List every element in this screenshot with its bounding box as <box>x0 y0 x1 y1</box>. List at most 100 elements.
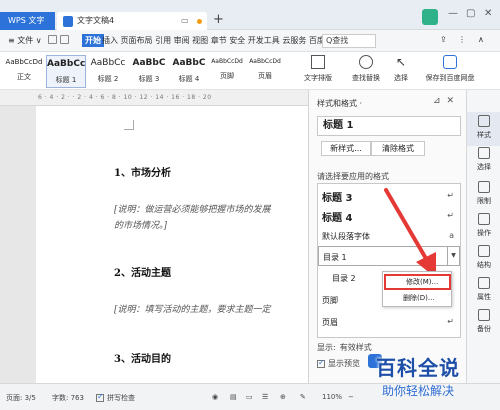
style-footer[interactable]: AaBbCcDd 页脚 <box>208 55 246 88</box>
document-page[interactable]: 1、市场分析 [说明：做运营必须能够把握市场的发展 的市场情况。] 2、活动主题… <box>36 106 308 383</box>
select-label: 选择 <box>394 74 408 82</box>
margin-corner-mark <box>124 120 134 130</box>
preview-label: 显示预览 <box>328 359 360 368</box>
sidebar-item-operation[interactable]: 操作 <box>467 210 500 244</box>
save-icon[interactable] <box>48 35 57 44</box>
spell-label: 拼写检查 <box>107 394 135 402</box>
watermark-logo: 百科全说 助你轻松解决 <box>368 352 500 410</box>
new-style-button[interactable]: 新样式... <box>321 141 371 156</box>
zoom-value[interactable]: 110% <box>322 393 342 401</box>
style-label: 标题 3 <box>138 75 160 83</box>
find-replace-button[interactable]: 查找替换 <box>346 55 386 83</box>
close-icon[interactable]: ✕ <box>484 8 492 19</box>
unsaved-dot-icon <box>197 19 202 24</box>
style-heading-3[interactable]: AaBbC 标题 3 <box>130 55 168 88</box>
show-preview-row[interactable]: 显示预览 <box>317 358 360 369</box>
page-view-icon[interactable]: ▭ <box>246 393 253 401</box>
style-label: 标题 4 <box>178 75 200 83</box>
share-icon[interactable]: ⇪ <box>440 35 447 44</box>
style-label: 页脚 <box>220 72 234 80</box>
menu-tabs[interactable]: 插入 页面布局 引用 审阅 视图 章节 安全 开发工具 云服务 百度P <box>102 35 330 46</box>
pen-icon[interactable]: ✎ <box>300 393 306 401</box>
style-context-menu: 修改(M)... 删除(D)... <box>382 271 452 307</box>
maximize-icon[interactable]: ▢ <box>466 8 475 19</box>
app-tab-wps[interactable]: WPS 文字 <box>0 12 55 30</box>
sidebar-item-properties[interactable]: 属性 <box>467 274 500 308</box>
save-baidu-button[interactable]: 保存到百度网盘 <box>422 55 478 83</box>
eye-icon[interactable]: ◉ <box>212 393 218 401</box>
search-input[interactable]: Q查找 <box>322 34 376 48</box>
outline-view-icon[interactable]: ☰ <box>262 393 268 401</box>
monitor-icon[interactable]: ▭ <box>181 12 189 30</box>
style-header[interactable]: AaBbCcDd 页眉 <box>246 55 284 88</box>
menu-start[interactable]: 开始 <box>82 34 104 47</box>
more-icon[interactable]: ⋮ <box>458 35 466 44</box>
account-avatar-icon[interactable] <box>422 9 438 25</box>
document-area[interactable]: 1、市场分析 [说明：做运营必须能够把握市场的发展 的市场情况。] 2、活动主题… <box>0 106 308 383</box>
doc-note-theme[interactable]: [说明：填写活动的主题，要求主题一定 <box>114 302 271 315</box>
doc-heading-market[interactable]: 1、市场分析 <box>114 164 171 179</box>
style-row-label: 页脚 <box>322 296 338 305</box>
style-heading-2[interactable]: AaBbCc 标题 2 <box>88 55 128 88</box>
web-view-icon[interactable]: ⊕ <box>280 393 286 401</box>
sidebar-label: 操作 <box>477 229 491 237</box>
style-sample: AaBbCc <box>47 59 85 69</box>
add-tab-button[interactable]: + <box>213 12 224 28</box>
style-label: 页眉 <box>258 72 272 80</box>
style-heading-4[interactable]: AaBbC 标题 4 <box>170 55 208 88</box>
style-row-label: 默认段落字体 <box>322 232 370 241</box>
style-heading-1[interactable]: AaBbCc 标题 1 <box>46 55 86 88</box>
modify-menu-item[interactable]: 修改(M)... <box>384 274 451 290</box>
spell-check-toggle[interactable]: 拼写检查 <box>96 392 135 403</box>
sidebar-item-backup[interactable]: 备份 <box>467 306 500 340</box>
style-label: 正文 <box>17 73 31 81</box>
style-label: 标题 2 <box>97 75 119 83</box>
doc-heading-purpose[interactable]: 3、活动目的 <box>114 350 171 365</box>
find-replace-icon <box>359 55 373 69</box>
find-replace-label: 查找替换 <box>352 74 380 82</box>
current-style-field[interactable]: 标题 1 <box>317 116 461 136</box>
clear-format-button[interactable]: 清除格式 <box>371 141 425 156</box>
doc-note-market-1[interactable]: [说明：做运营必须能够把握市场的发展 <box>114 202 271 215</box>
minimize-icon[interactable]: — <box>448 8 458 19</box>
right-sidebar: 样式 选择 限制 操作 结构 属性 备份 <box>466 90 500 383</box>
doc-note-market-2[interactable]: 的市场情况。] <box>114 218 167 231</box>
cursor-icon: ↖ <box>395 55 407 69</box>
show-filter-row[interactable]: 显示: 有效样式 <box>317 342 372 353</box>
sidebar-label: 结构 <box>477 261 491 269</box>
style-normal[interactable]: AaBbCcDd 正文 <box>4 55 44 88</box>
sidebar-label: 属性 <box>477 293 491 301</box>
doc-heading-theme[interactable]: 2、活动主题 <box>114 264 171 279</box>
annotation-arrow-icon <box>384 188 436 278</box>
paragraph-mark-icon: ↵ <box>447 191 454 200</box>
sidebar-item-select[interactable]: 选择 <box>467 144 500 178</box>
chevron-down-icon[interactable]: ▼ <box>447 247 459 265</box>
document-tab[interactable]: 文字文稿4 ▭ <box>57 12 207 30</box>
pane-title: 样式和格式 · <box>317 99 363 108</box>
sidebar-item-restrict[interactable]: 限制 <box>467 178 500 212</box>
sidebar-item-structure[interactable]: 结构 <box>467 242 500 276</box>
sidebar-item-styles[interactable]: 样式 <box>467 112 500 146</box>
paragraph-mark-icon: ↵ <box>447 317 454 326</box>
text-layout-button[interactable]: 文字排版 <box>300 55 336 83</box>
word-count[interactable]: 字数: 763 <box>52 393 84 403</box>
close-pane-icon[interactable]: ✕ <box>447 96 461 106</box>
show-filter-value[interactable]: 有效样式 <box>340 343 372 352</box>
print-icon[interactable] <box>60 35 69 44</box>
watermark-title: 百科全说 <box>376 356 460 380</box>
pin-icon[interactable]: ⊿ <box>433 96 447 106</box>
horizontal-ruler[interactable]: 6 · 4 · 2 · · 2 · 4 · 6 · 8 · 10 · 12 · … <box>0 90 308 106</box>
show-label: 显示: <box>317 343 336 352</box>
zoom-out-button[interactable]: − <box>348 393 354 401</box>
preview-checkbox[interactable] <box>317 358 325 368</box>
style-row-label: 页眉 <box>322 318 338 327</box>
menu-file[interactable]: ≡ 文件 ∨ <box>8 35 42 46</box>
style-row-header[interactable]: 页眉 ↵ <box>318 312 460 332</box>
read-mode-icon[interactable]: ▤ <box>230 393 237 401</box>
delete-menu-item[interactable]: 删除(D)... <box>383 291 451 306</box>
page-indicator[interactable]: 页面: 3/5 <box>6 393 36 403</box>
collapse-icon[interactable]: ∧ <box>478 35 484 44</box>
spell-checkbox[interactable] <box>96 392 104 402</box>
select-button[interactable]: ↖ 选择 <box>390 55 412 83</box>
structure-icon <box>478 245 490 257</box>
